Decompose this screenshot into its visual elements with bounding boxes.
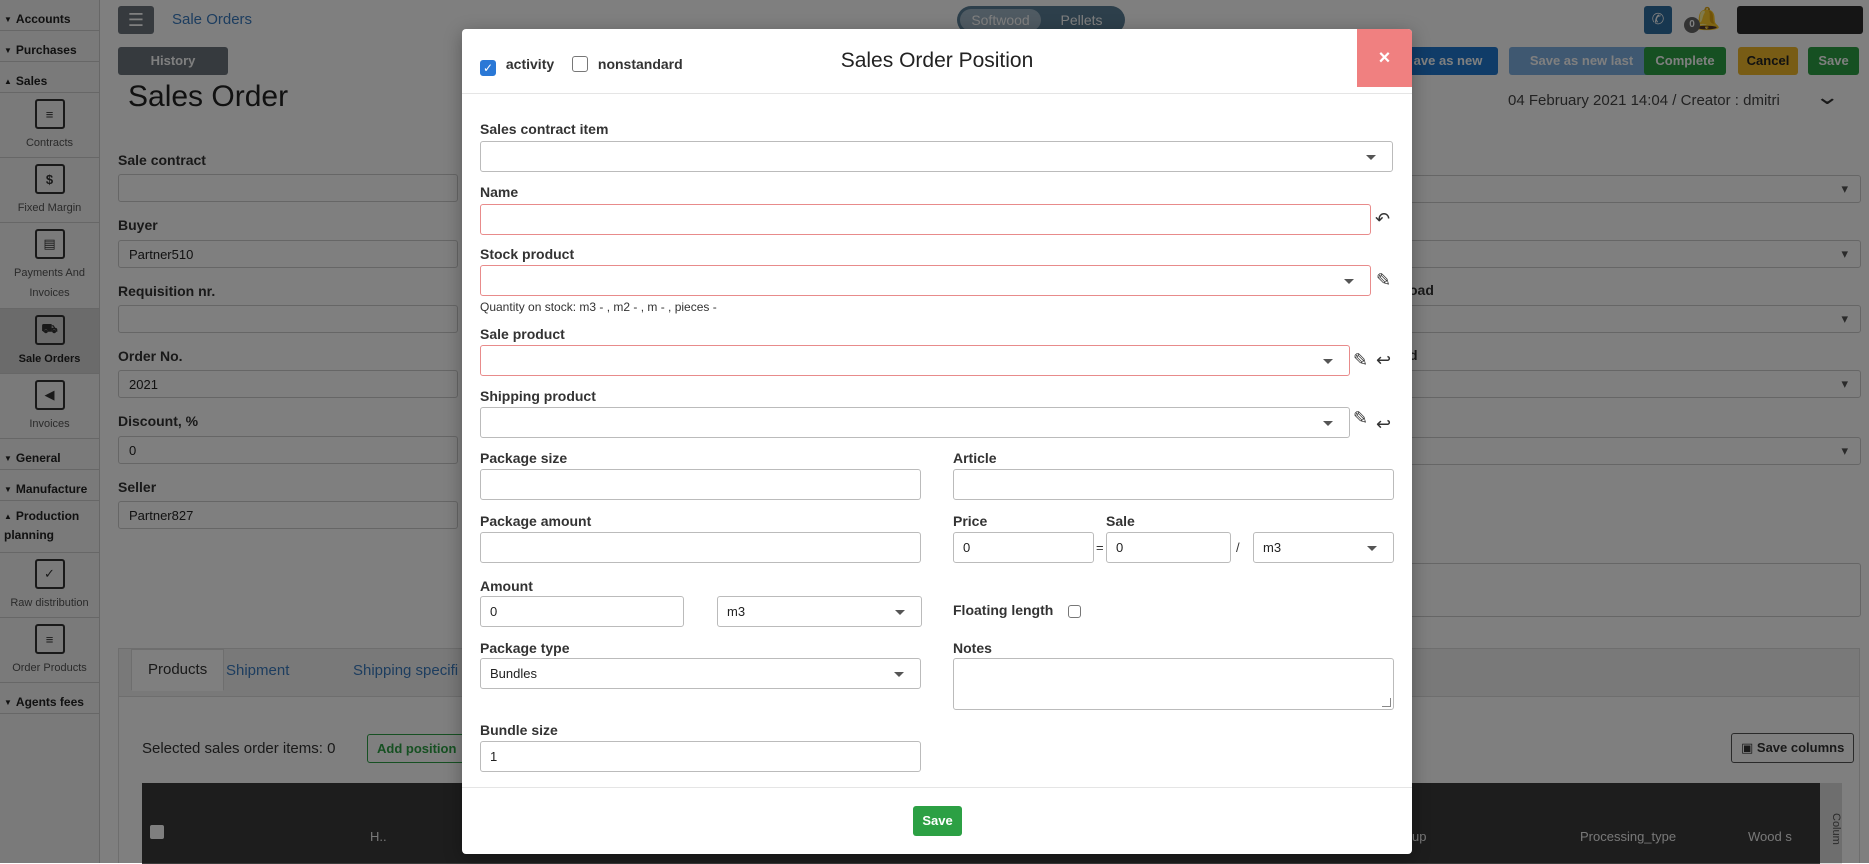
amount-field[interactable]: 0 xyxy=(480,596,684,627)
sale-price-label: Sale xyxy=(1106,513,1135,529)
stock-quantity-hint: Quantity on stock: m3 - , m2 - , m - , p… xyxy=(480,300,717,314)
price-unit-select[interactable]: m3 xyxy=(1253,532,1394,563)
return-arrow-icon[interactable]: ↩ xyxy=(1376,351,1391,369)
sales-contract-item-label: Sales contract item xyxy=(480,121,609,137)
package-size-field[interactable] xyxy=(480,469,921,500)
article-field[interactable] xyxy=(953,469,1394,500)
pencil-icon[interactable]: ✎ xyxy=(1353,351,1368,369)
pencil-icon[interactable]: ✎ xyxy=(1353,409,1368,427)
slash-separator: / xyxy=(1236,540,1240,555)
notes-textarea[interactable] xyxy=(953,658,1394,710)
close-button[interactable]: × xyxy=(1357,29,1412,87)
shipping-product-label: Shipping product xyxy=(480,388,596,404)
stock-product-label: Stock product xyxy=(480,246,575,262)
bundle-size-field[interactable]: 1 xyxy=(480,741,921,772)
sales-contract-item-select[interactable] xyxy=(480,141,1393,172)
shipping-product-select[interactable] xyxy=(480,407,1350,438)
floating-length-label: Floating length xyxy=(953,602,1054,618)
package-size-label: Package size xyxy=(480,450,568,466)
package-amount-label: Package amount xyxy=(480,513,592,529)
sale-product-select[interactable] xyxy=(480,345,1350,376)
package-amount-field[interactable] xyxy=(480,532,921,563)
article-label: Article xyxy=(953,450,997,466)
package-type-label: Package type xyxy=(480,640,570,656)
notes-label: Notes xyxy=(953,640,992,656)
name-label: Name xyxy=(480,184,519,200)
pencil-icon[interactable]: ✎ xyxy=(1376,271,1391,289)
dialog-header: ✓ activity nonstandard Sales Order Posit… xyxy=(462,29,1412,94)
sale-product-label: Sale product xyxy=(480,326,565,342)
sales-order-position-dialog: ✓ activity nonstandard Sales Order Posit… xyxy=(462,29,1412,854)
name-field[interactable] xyxy=(480,204,1371,235)
price-field[interactable]: 0 xyxy=(953,532,1094,563)
amount-unit-select[interactable]: m3 xyxy=(717,596,922,627)
close-icon: × xyxy=(1378,47,1391,69)
dialog-footer: Save xyxy=(462,787,1412,854)
price-label: Price xyxy=(953,513,988,529)
dialog-save-button[interactable]: Save xyxy=(913,806,962,836)
equals-sign: = xyxy=(1096,540,1104,555)
undo-icon[interactable]: ↶ xyxy=(1375,210,1390,228)
return-arrow-icon[interactable]: ↩ xyxy=(1376,415,1391,433)
stock-product-select[interactable] xyxy=(480,265,1371,296)
bundle-size-label: Bundle size xyxy=(480,722,558,738)
floating-length-checkbox[interactable] xyxy=(1068,605,1081,618)
package-type-select[interactable]: Bundles xyxy=(480,658,921,689)
amount-label: Amount xyxy=(480,578,533,594)
sale-price-field[interactable]: 0 xyxy=(1106,532,1231,563)
dialog-title: Sales Order Position xyxy=(840,49,1034,72)
